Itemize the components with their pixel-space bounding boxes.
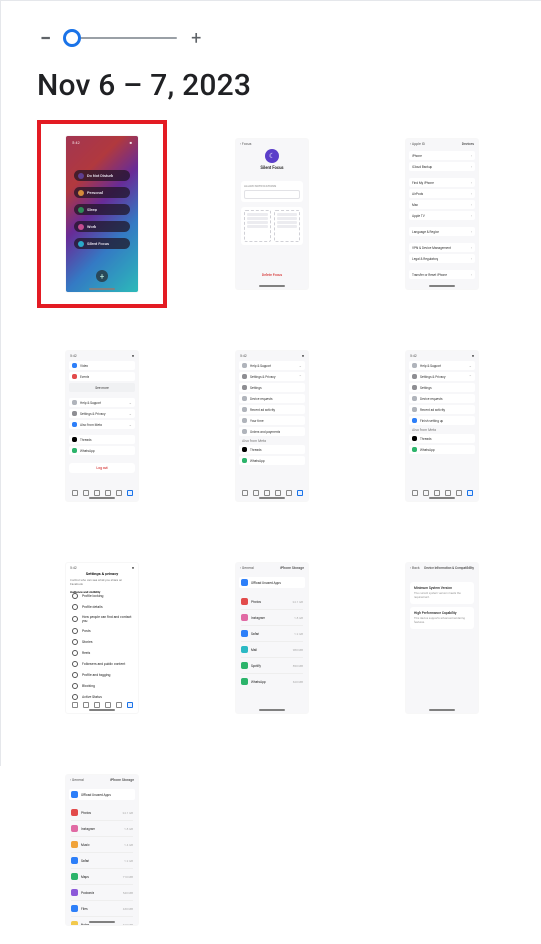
back-label: ‹ General (70, 778, 84, 782)
pill-label: Do Not Disturb (87, 173, 113, 178)
pill-label: Work (87, 224, 96, 229)
settings-list: iPhone› iCloud Backup› Find My iPhone› A… (409, 151, 475, 279)
thumbnail-1[interactable]: 5:42 ■ Do Not Disturb Personal Sleep Work… (37, 120, 167, 308)
menu-list: Help & Support⌄ Settings & Privacy⌃ Sett… (239, 361, 305, 465)
back-label: ‹ Focus (240, 142, 251, 146)
pill-label: Personal (87, 190, 103, 195)
thumbnail-2[interactable]: ‹ Focus ☾ Silent Focus ALLOW NOTIFICATIO… (207, 120, 337, 308)
screen-title: Devices (462, 142, 474, 146)
menu-list: Video Events See more Help & Support⌄ Se… (69, 361, 135, 473)
focus-pill-list: Do Not Disturb Personal Sleep Work Silen… (74, 170, 130, 249)
zoom-out-button[interactable]: − (40, 26, 51, 50)
screen-title: Device Information & Compatibility (424, 566, 474, 570)
zoom-slider[interactable] (65, 29, 177, 47)
screen-title: iPhone Storage (110, 778, 134, 782)
section-header: Also from Meta (239, 438, 305, 443)
back-label: ‹ Apple ID (410, 142, 425, 146)
pill-label: Silent Focus (87, 241, 109, 246)
focus-title: Silent Focus (236, 166, 308, 171)
screen-title: iPhone Storage (280, 566, 304, 570)
storage-list: Offload Unused Apps Photos24.1 GB Instag… (239, 577, 305, 687)
screen-subtitle: Control who can see what you share on Fa… (70, 578, 134, 586)
slider-thumb[interactable] (63, 29, 81, 47)
logout-button: Log out (69, 463, 135, 473)
back-label: ‹ Back (410, 566, 420, 570)
thumbnail-3[interactable]: ‹ Apple ID Devices iPhone› iCloud Backup›… (377, 120, 507, 308)
zoom-in-button[interactable]: + (191, 28, 201, 49)
app-icon (241, 579, 248, 586)
thumbnail-9[interactable]: ‹ Back Device Information & Compatibility… (377, 544, 507, 732)
section-header: Also from Meta (409, 427, 475, 432)
focus-mode-icon: ☾ (265, 149, 279, 163)
thumbnail-7[interactable]: 5:42■ Settings & privacy Control who can… (37, 544, 167, 732)
thumbnail-10[interactable]: ‹ General iPhone Storage Offload Unused A… (37, 756, 167, 944)
pill-label: Sleep (87, 207, 97, 212)
thumbnail-grid: 5:42 ■ Do Not Disturb Personal Sleep Work… (37, 120, 504, 944)
selection-highlight: 5:42 ■ Do Not Disturb Personal Sleep Work… (37, 120, 167, 308)
thumbnail-4[interactable]: 5:42■ Video Events See more Help & Suppo… (37, 332, 167, 520)
menu-list: Help & Support⌄ Settings & Privacy⌃ Sett… (409, 361, 475, 454)
menu-tab-icon (127, 490, 133, 496)
section-header: ALLOW NOTIFICATIONS (244, 184, 300, 188)
add-focus-icon: + (96, 270, 108, 282)
privacy-list: Profile locking Profile details How peop… (72, 593, 132, 700)
see-more: See more (95, 386, 108, 390)
date-range-title: Nov 6 – 7, 2023 (37, 68, 251, 103)
back-label: ‹ General (240, 566, 254, 570)
info-cards: Minimum System VersionThe current system… (406, 579, 478, 629)
zoom-toolbar: − + (40, 26, 501, 50)
status-time: 5:42 (72, 140, 80, 145)
status-battery: ■ (130, 140, 132, 145)
thumbnail-6[interactable]: 5:42■ Help & Support⌄ Settings & Privacy… (377, 332, 507, 520)
thumbnail-8[interactable]: ‹ General iPhone Storage Offload Unused A… (207, 544, 337, 732)
thumbnail-5[interactable]: 5:42■ Help & Support⌄ Settings & Privacy… (207, 332, 337, 520)
screen-title: Settings & privacy (66, 571, 138, 576)
delete-focus: Delete Focus (236, 273, 308, 277)
storage-list: Offload Unused Apps Photos24.1 GB Instag… (69, 789, 135, 925)
